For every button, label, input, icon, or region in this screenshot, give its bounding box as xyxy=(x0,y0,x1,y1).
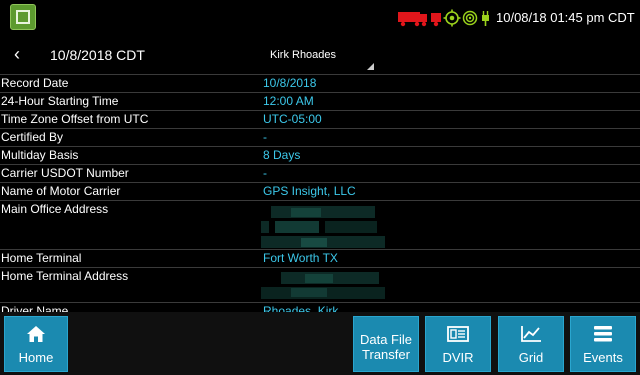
dvir-icon xyxy=(447,326,469,342)
record-label: Home Terminal Address xyxy=(1,269,129,283)
record-label: Home Terminal xyxy=(1,251,82,265)
record-row: Certified By - xyxy=(0,128,640,146)
chart-icon xyxy=(521,326,541,342)
status-bar: 10/08/18 01:45 pm CDT xyxy=(0,0,640,36)
record-row: Name of Motor Carrier GPS Insight, LLC xyxy=(0,182,640,200)
record-value: - xyxy=(263,166,267,180)
home-button[interactable]: Home xyxy=(4,316,68,372)
driver-dropdown-value: Kirk Rhoades xyxy=(270,49,337,61)
record-value: Rhoades, Kirk xyxy=(263,304,339,312)
driver-dropdown[interactable]: Kirk Rhoades xyxy=(262,40,374,70)
record-row: Home Terminal Address xyxy=(0,267,640,302)
dvir-button-label: DVIR xyxy=(442,350,474,365)
record-row: Multiday Basis 8 Days xyxy=(0,146,640,164)
redacted-address-image xyxy=(261,272,385,300)
record-value: - xyxy=(263,130,267,144)
record-row: 24-Hour Starting Time 12:00 AM xyxy=(0,92,640,110)
record-value: UTC-05:00 xyxy=(263,112,322,126)
dvir-button[interactable]: DVIR xyxy=(425,316,491,372)
record-row: Record Date 10/8/2018 xyxy=(0,74,640,92)
back-icon[interactable]: ‹ xyxy=(14,44,20,65)
record-label: Name of Motor Carrier xyxy=(1,184,121,198)
log-date: 10/8/2018 CDT xyxy=(50,47,145,63)
signal-icon xyxy=(462,10,478,26)
grid-button-label: Grid xyxy=(518,350,544,365)
record-label: Driver Name xyxy=(1,304,69,312)
data-file-transfer-button[interactable]: Data File Transfer xyxy=(353,316,419,372)
record-row: Driver Name Rhoades, Kirk xyxy=(0,302,640,312)
gps-icon xyxy=(443,9,461,27)
home-icon xyxy=(27,326,45,342)
record-value: 10/8/2018 xyxy=(263,76,317,90)
record-row: Main Office Address xyxy=(0,200,640,249)
status-datetime: 10/08/18 01:45 pm CDT xyxy=(496,10,635,25)
truck-icon xyxy=(398,12,427,27)
record-label: Main Office Address xyxy=(1,202,109,216)
grid-button[interactable]: Grid xyxy=(498,316,564,372)
record-row: Carrier USDOT Number - xyxy=(0,164,640,182)
data-file-transfer-label: Data File Transfer xyxy=(359,332,413,362)
status-icons xyxy=(398,9,489,27)
record-label: Time Zone Offset from UTC xyxy=(1,112,149,126)
record-label: Certified By xyxy=(1,130,64,144)
app-icon[interactable] xyxy=(10,4,36,30)
log-header: ‹ 10/8/2018 CDT Kirk Rhoades xyxy=(0,36,640,74)
redacted-address-image xyxy=(261,206,385,248)
trailer-icon xyxy=(431,13,441,27)
events-button[interactable]: Events xyxy=(570,316,636,372)
record-value: 8 Days xyxy=(263,148,301,162)
record-value: GPS Insight, LLC xyxy=(263,184,356,198)
plug-icon xyxy=(482,11,489,26)
record-row: Home Terminal Fort Worth TX xyxy=(0,249,640,267)
record-label: Multiday Basis xyxy=(1,148,79,162)
record-list[interactable]: Record Date 10/8/2018 24-Hour Starting T… xyxy=(0,74,640,312)
record-row: Time Zone Offset from UTC UTC-05:00 xyxy=(0,110,640,128)
events-button-label: Events xyxy=(583,350,623,365)
home-button-label: Home xyxy=(18,350,54,365)
record-label: Carrier USDOT Number xyxy=(1,166,129,180)
list-icon xyxy=(594,326,612,342)
record-label: 24-Hour Starting Time xyxy=(1,94,119,108)
dropdown-arrow-icon xyxy=(367,63,374,70)
record-value: 12:00 AM xyxy=(263,94,314,108)
bottom-nav: Home Data File Transfer DVIR Grid Events xyxy=(0,312,640,375)
record-value: Fort Worth TX xyxy=(263,251,338,265)
record-label: Record Date xyxy=(1,76,69,90)
